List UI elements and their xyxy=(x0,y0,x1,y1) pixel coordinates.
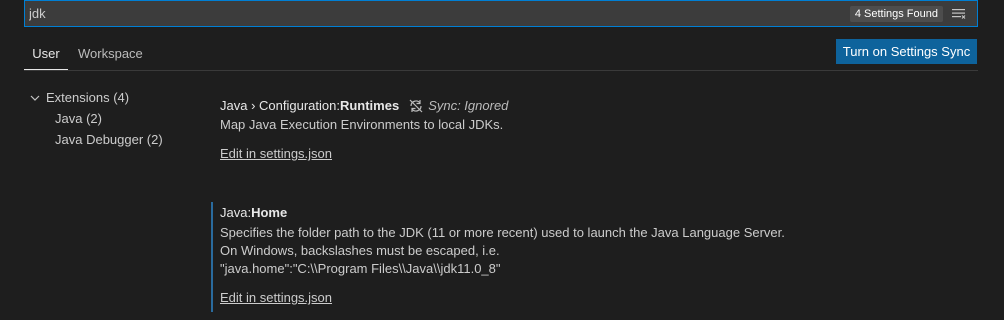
setting-category: Java › Configuration: xyxy=(220,98,340,113)
description-line: On Windows, backslashes must be escaped,… xyxy=(220,243,500,258)
toc-item-java[interactable]: Java (2) xyxy=(30,108,200,129)
description-line: "java.home":"C:\\Program Files\\Java\\jd… xyxy=(220,261,501,276)
toc-group-label: Extensions (4) xyxy=(46,90,130,105)
sync-ignored-icon xyxy=(409,99,423,112)
tab-workspace[interactable]: Workspace xyxy=(78,38,143,70)
setting-description: Map Java Execution Environments to local… xyxy=(220,117,504,132)
setting-name: Runtimes xyxy=(339,98,400,113)
settings-editor: 4 Settings Found User Workspace Turn on … xyxy=(0,0,1004,320)
setting-java-configuration-runtimes: Java › Configuration: Runtimes Sync: Ign… xyxy=(211,95,971,175)
setting-category: Java: xyxy=(220,205,252,220)
filter-icon[interactable] xyxy=(951,7,967,21)
toc-item-label: Java Debugger (2) xyxy=(55,132,163,147)
settings-search-bar: 4 Settings Found xyxy=(24,0,978,27)
settings-search-input[interactable] xyxy=(25,1,850,26)
toc-group-extensions[interactable]: Extensions (4) xyxy=(30,87,200,108)
toc-item-label: Java (2) xyxy=(55,111,102,126)
sync-ignored-indicator: Sync: Ignored xyxy=(408,95,508,116)
setting-name: Home xyxy=(251,205,288,220)
setting-description: Specifies the folder path to the JDK (11… xyxy=(220,224,971,278)
setting-title: Java › Configuration: Runtimes Sync: Ign… xyxy=(220,95,971,116)
edit-in-settings-json-link[interactable]: Edit in settings.json xyxy=(220,146,332,161)
edit-in-settings-json-link[interactable]: Edit in settings.json xyxy=(220,290,332,305)
tab-user[interactable]: User xyxy=(24,38,68,70)
sync-status-label: Sync: Ignored xyxy=(428,98,509,113)
turn-on-settings-sync-button[interactable]: Turn on Settings Sync xyxy=(836,39,977,64)
chevron-down-icon xyxy=(30,87,46,108)
setting-title: Java: Home xyxy=(220,202,971,223)
settings-scope-tabs: User Workspace xyxy=(24,38,978,71)
setting-java-home: Java: Home Specifies the folder path to … xyxy=(211,202,971,312)
toc-item-java-debugger[interactable]: Java Debugger (2) xyxy=(30,129,200,150)
results-count-badge: 4 Settings Found xyxy=(849,5,943,22)
description-line: Specifies the folder path to the JDK (11… xyxy=(220,225,785,240)
settings-toc: Extensions (4) Java (2) Java Debugger (2… xyxy=(30,87,200,150)
